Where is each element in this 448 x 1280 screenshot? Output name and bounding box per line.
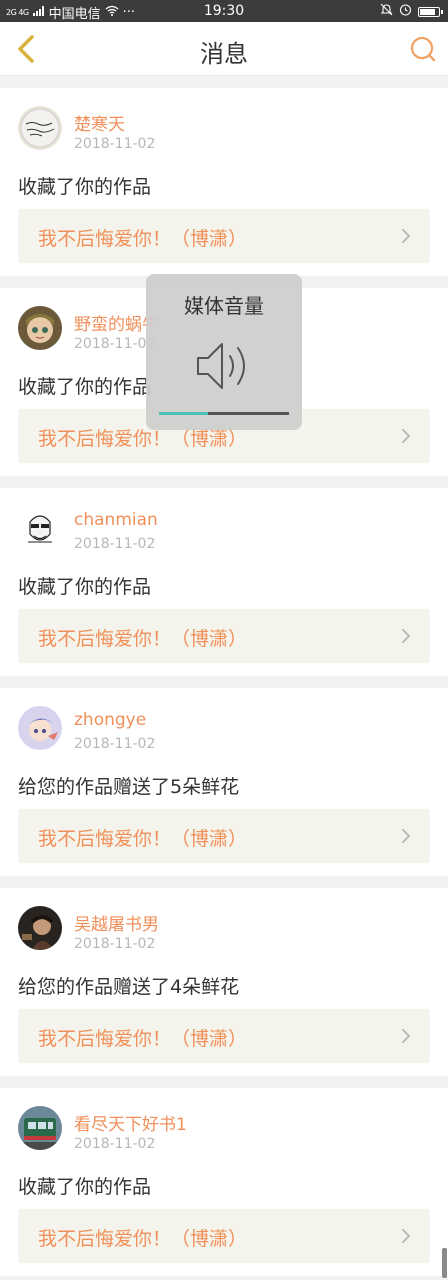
username[interactable]: zhongye: [74, 710, 146, 730]
message-date: 2018-11-02: [74, 136, 156, 152]
username[interactable]: 楚寒天: [74, 110, 125, 135]
avatar-handwriting-plate[interactable]: [18, 106, 62, 150]
battery-icon: [418, 6, 443, 17]
chevron-right-icon: [400, 1028, 412, 1048]
volume-slider[interactable]: [159, 412, 289, 415]
volume-title: 媒体音量: [184, 294, 264, 318]
work-link[interactable]: 我不后悔爱你！（博潇）: [18, 1009, 430, 1063]
status-bar: 2G 4G 中国电信 ··· 19:30: [0, 0, 448, 22]
search-button[interactable]: [406, 32, 440, 66]
status-right: [380, 3, 443, 20]
avatar-train[interactable]: [18, 1106, 62, 1150]
volume-overlay: 媒体音量: [146, 274, 302, 430]
work-title: 我不后悔爱你！（博潇）: [38, 828, 248, 850]
message-date: 2018-11-02: [74, 536, 156, 552]
message-date: 2018-11-02: [74, 736, 156, 752]
message-card: zhongye 2018-11-02 给您的作品赠送了5朵鲜花我不后悔爱你！（博潇）: [0, 688, 448, 876]
username[interactable]: 吴越屠书男: [74, 910, 159, 935]
message-card: 看尽天下好书1 2018-11-02 收藏了你的作品我不后悔爱你！（博潇）: [0, 1088, 448, 1276]
work-title: 我不后悔爱你！（博潇）: [38, 1228, 248, 1250]
username[interactable]: chanmian: [74, 510, 158, 530]
avatar-dark-portrait[interactable]: [18, 906, 62, 950]
avatar-sketch-face[interactable]: [18, 506, 62, 550]
speaker-icon: [197, 343, 245, 389]
message-date: 2018-11-02: [74, 336, 156, 352]
work-link[interactable]: 我不后悔爱你！（博潇）: [18, 1209, 430, 1263]
work-link[interactable]: 我不后悔爱你！（博潇）: [18, 609, 430, 663]
chevron-right-icon: [400, 828, 412, 848]
chevron-right-icon: [400, 1228, 412, 1248]
chevron-right-icon: [400, 428, 412, 448]
action-text: 收藏了你的作品: [18, 1176, 152, 1198]
work-link[interactable]: 我不后悔爱你！（博潇）: [18, 809, 430, 863]
action-text: 给您的作品赠送了4朵鲜花: [18, 976, 240, 998]
battery-fill: [420, 8, 435, 15]
header: 消息: [0, 22, 448, 76]
volume-fill: [159, 412, 209, 415]
search-icon: [410, 36, 436, 62]
action-text: 给您的作品赠送了5朵鲜花: [18, 776, 240, 798]
action-text: 收藏了你的作品: [18, 576, 152, 598]
avatar-anime[interactable]: [18, 706, 62, 750]
chevron-right-icon: [400, 628, 412, 648]
alarm-clock-icon: [399, 3, 412, 20]
message-date: 2018-11-02: [74, 1136, 156, 1152]
message-list: 楚寒天 2018-11-02 收藏了你的作品 我不后悔爱你！（博潇） 野蛮的蜗牛 2018…: [0, 88, 448, 1280]
bell-muted-icon: [380, 3, 393, 20]
work-title: 我不后悔爱你！（博潇）: [38, 228, 248, 250]
work-title: 我不后悔爱你！（博潇）: [38, 628, 248, 650]
username[interactable]: 看尽天下好书1: [74, 1110, 187, 1135]
scrollbar-thumb[interactable]: [442, 1248, 447, 1278]
avatar-doll[interactable]: [18, 306, 62, 350]
work-title: 我不后悔爱你！（博潇）: [38, 1028, 248, 1050]
app-root: 2G 4G 中国电信 ··· 19:30 消息 楚寒天 2018-11-02 收…: [0, 0, 448, 1280]
message-card: 吴越屠书男 2018-11-02 给您的作品赠送了4朵鲜花我不后悔爱你！（博潇）: [0, 888, 448, 1076]
page-title: 消息: [200, 40, 248, 68]
chevron-right-icon: [400, 228, 412, 248]
message-card: chanmian 2018-11-02 收藏了你的作品我不后悔爱你！（博潇）: [0, 488, 448, 676]
action-text: 收藏了你的作品: [18, 176, 152, 198]
action-text: 收藏了你的作品: [18, 376, 152, 398]
work-link[interactable]: 我不后悔爱你！（博潇）: [18, 209, 430, 263]
message-date: 2018-11-02: [74, 936, 156, 952]
message-card: 楚寒天 2018-11-02 收藏了你的作品我不后悔爱你！（博潇）: [0, 88, 448, 276]
